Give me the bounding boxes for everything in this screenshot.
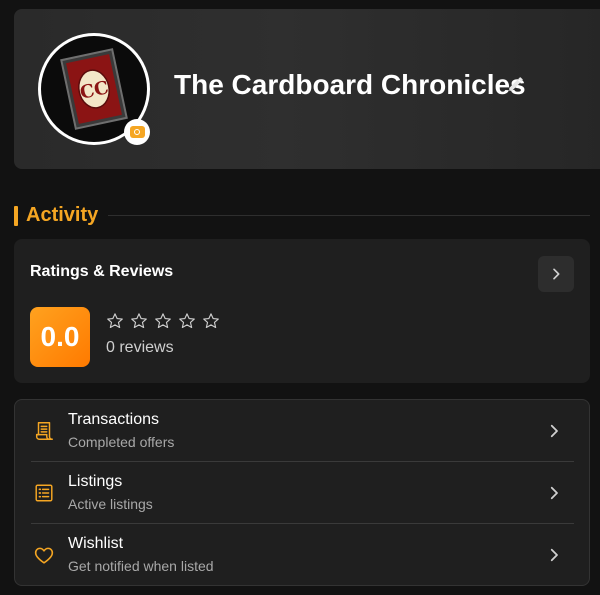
activity-menu-list: Transactions Completed offers Listings A… [14,399,590,586]
menu-item-listings[interactable]: Listings Active listings [15,462,589,524]
chevron-right-icon [550,424,558,438]
menu-item-title: Listings [68,473,123,490]
ratings-title: Ratings & Reviews [30,263,174,280]
menu-item-subtitle: Completed offers [68,434,175,450]
star-empty-icon [131,313,147,329]
chevron-right-icon [550,486,558,500]
edit-name-icon[interactable] [507,75,525,93]
star-empty-icon [155,313,171,329]
star-empty-icon [179,313,195,329]
section-title: Activity [26,204,99,226]
chevron-right-icon [550,548,558,562]
section-accent-bar [14,206,18,226]
ratings-open-button[interactable] [538,256,574,292]
star-empty-icon [203,313,219,329]
menu-item-wishlist[interactable]: Wishlist Get notified when listed [15,524,589,586]
star-empty-icon [107,313,123,329]
list-icon [35,484,53,502]
review-count: 0 reviews [106,339,174,356]
camera-icon [129,126,145,138]
rating-score: 0.0 [30,307,90,367]
change-avatar-button[interactable] [124,119,150,145]
chevron-right-icon [553,268,560,280]
receipt-icon [35,422,53,440]
section-divider [108,215,590,216]
activity-section-header: Activity [14,204,590,228]
profile-header-card: CC The Cardboard Chronicles [14,9,600,169]
menu-item-subtitle: Get notified when listed [68,558,214,574]
star-rating [106,312,220,330]
menu-item-subtitle: Active listings [68,496,153,512]
menu-item-title: Transactions [68,411,159,428]
menu-item-title: Wishlist [68,535,124,552]
heart-icon [34,547,54,564]
profile-name: The Cardboard Chronicles [174,69,526,100]
ratings-reviews-card[interactable]: Ratings & Reviews 0.0 0 reviews [14,239,590,383]
menu-item-transactions[interactable]: Transactions Completed offers [15,400,589,462]
